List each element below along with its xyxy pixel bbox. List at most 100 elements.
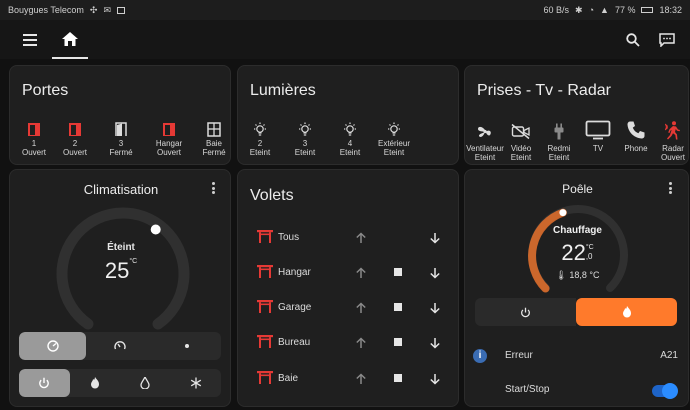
clim-temp-wrap: 25°C [10,258,232,284]
shutter-open-button[interactable] [355,336,367,354]
usb-icon: ✣ [89,4,98,15]
menu-button[interactable] [10,20,50,59]
fan-speed-button[interactable] [86,332,153,360]
arrow-up-icon [355,231,367,248]
switch-entity[interactable]: TV [577,120,619,153]
tab-home[interactable] [52,20,88,59]
shutter-close-button[interactable] [429,336,441,354]
door-entity[interactable]: 2 Ouvert [55,122,95,157]
shutter-label[interactable]: Hangar [278,267,311,278]
mode-dry-button[interactable] [120,369,171,397]
lumieres-title: Lumières [250,82,316,99]
erreur-row[interactable]: i Erreur A21 [473,346,678,366]
door-state: Ouvert [156,148,181,157]
mode-heat-button[interactable] [70,369,121,397]
door-name: Baie [205,139,222,148]
shutter-stop-button[interactable] [394,268,402,276]
shutter-row: Garage [238,296,458,318]
wifi-icon: ◔ [588,5,595,15]
shutter-label[interactable]: Tous [278,232,299,243]
shutter-stop-button[interactable] [394,303,402,311]
switch-name: TV [592,144,604,153]
shutter-row: Bureau [238,331,458,353]
light-entity[interactable]: 4 Eteint [330,122,370,157]
switch-state: Ouvert [660,153,685,162]
tv-icon [585,120,611,142]
shutter-icon[interactable] [257,300,273,318]
poele-heat-button[interactable] [576,298,677,326]
light-name: 2 [257,139,263,148]
prises-card: Prises - Tv - Radar Ventilateur Eteint Vid… [464,65,689,165]
fan-low-button[interactable] [154,332,221,360]
door-state: Ouvert [62,148,87,157]
door-state: Fermé [109,148,133,157]
poele-off-button[interactable] [475,298,576,326]
shutter-icon[interactable] [257,230,273,248]
fan-auto-button[interactable] [19,332,87,360]
mode-cool-button[interactable] [171,369,222,397]
switch-entity[interactable]: Phone [615,120,657,153]
shutter-close-button[interactable] [429,301,441,319]
shutter-icon[interactable] [257,371,273,389]
light-entity[interactable]: Extérieur Eteint [374,122,414,157]
shutter-open-button[interactable] [355,266,367,284]
light-entity[interactable]: 2 Eteint [240,122,280,157]
shutter-open-button[interactable] [355,372,367,390]
assist-button[interactable] [650,20,684,59]
door-entity[interactable]: 1 Ouvert [14,122,54,157]
poele-gauge-handle[interactable] [559,209,567,217]
status-bar: Bouygues Telecom ✣ ✉ 60 B/s ✱ ◔ ▲ 77 % 1… [0,0,690,20]
startstop-toggle[interactable] [652,383,678,399]
light-state: Eteint [249,148,271,157]
switch-name: Redmi [547,144,571,153]
lightbulb-icon [240,122,280,137]
clim-mode-selector [19,369,221,397]
dot-icon [185,344,190,348]
poele-mode-selector [475,298,677,326]
clim-gauge-handle[interactable] [150,224,161,235]
net-speed-label: 60 B/s [543,5,570,15]
lightbulb-icon [285,122,325,137]
switch-entity[interactable]: Radar Ouvert [652,120,690,162]
poele-current-temp: 18,8 °C [569,270,600,280]
shutter-open-button[interactable] [355,301,367,319]
switch-name: Phone [624,144,648,153]
snowflake-icon [190,377,201,389]
search-button[interactable] [616,20,650,59]
speedometer-icon [114,341,126,350]
clim-more-button[interactable] [208,180,218,196]
poele-target: 22 [561,240,586,265]
door-icon [149,122,189,137]
shutter-open-button[interactable] [355,231,367,249]
light-name: 4 [347,139,353,148]
door-entity[interactable]: Baie Fermé [194,122,234,157]
poele-more-button[interactable] [665,180,675,196]
shutter-label[interactable]: Garage [278,302,311,313]
bluetooth-icon: ✱ [575,4,583,15]
power-icon [39,377,50,389]
shutter-label[interactable]: Baie [278,373,298,384]
clim-unit: °C [129,258,138,265]
prises-title: Prises - Tv - Radar [477,82,611,99]
shutter-icon[interactable] [257,265,273,283]
arrow-up-icon [355,301,367,318]
shutter-label[interactable]: Bureau [278,337,310,348]
shutter-close-button[interactable] [429,266,441,284]
shutter-stop-button[interactable] [394,338,402,346]
door-name: Hangar [155,139,183,148]
switch-entity[interactable]: Vidéo Eteint [500,120,542,162]
door-entity[interactable]: 3 Fermé [101,122,141,157]
shutter-close-button[interactable] [429,372,441,390]
light-entity[interactable]: 3 Eteint [285,122,325,157]
shutter-icon[interactable] [257,335,273,353]
motion-icon [665,121,681,142]
door-entity[interactable]: Hangar Ouvert [149,122,189,157]
shutter-stop-button[interactable] [394,374,402,382]
mode-power-button[interactable] [19,369,70,397]
erreur-value: A21 [660,350,678,361]
light-name: 3 [302,139,308,148]
poele-target-dec: ,0 [585,252,593,261]
lumieres-card: Lumières 2 Eteint 3 Eteint 4 Eteint Extérieur E… [237,65,459,165]
shutter-close-button[interactable] [429,231,441,249]
switch-entity[interactable]: Redmi Eteint [538,120,580,162]
